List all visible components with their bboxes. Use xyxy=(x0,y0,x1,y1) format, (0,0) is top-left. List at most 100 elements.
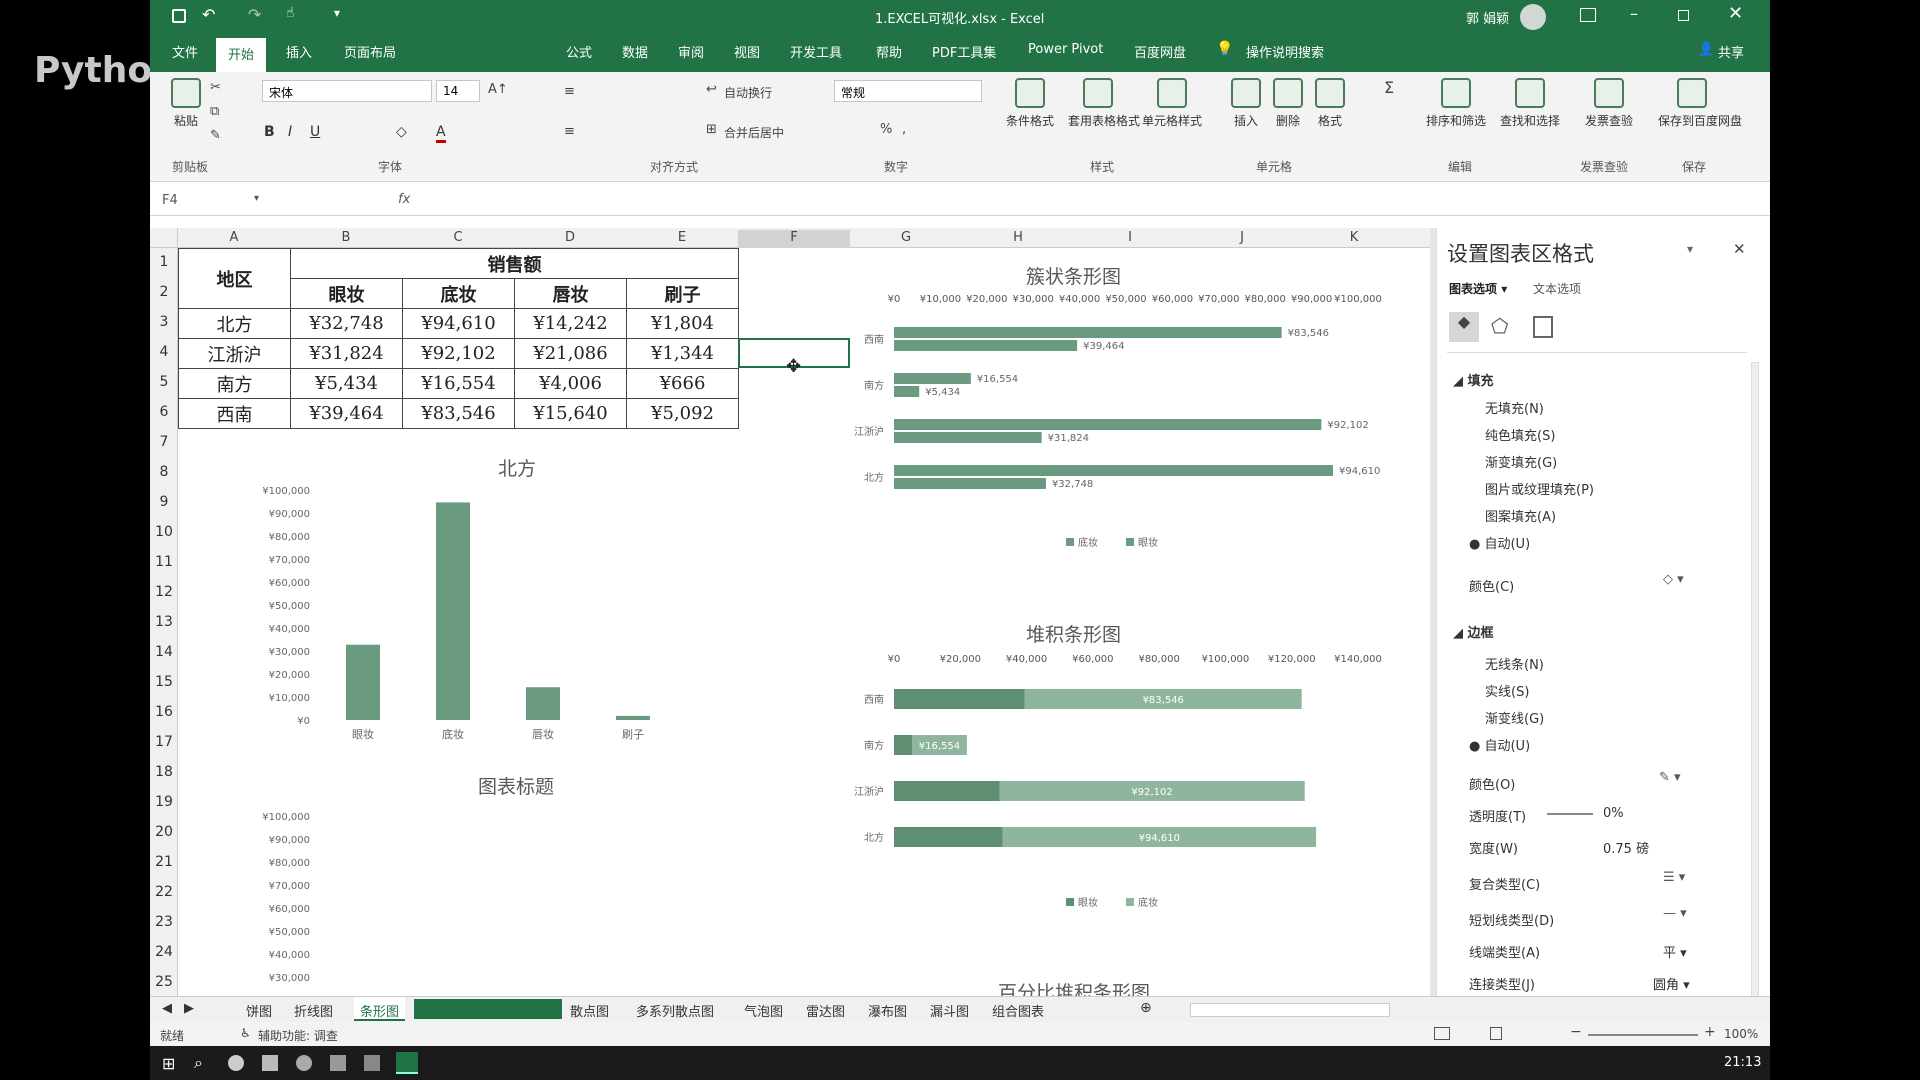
page-layout-view-icon[interactable] xyxy=(1490,1027,1502,1040)
row-header[interactable]: 16 xyxy=(150,704,178,720)
wrap-text-button[interactable]: 自动换行 xyxy=(724,84,772,101)
sheet-tab[interactable]: 雷达图 xyxy=(806,1001,845,1020)
column-header[interactable]: A xyxy=(178,230,290,245)
row-header[interactable]: 17 xyxy=(150,734,178,750)
tab-view[interactable]: 视图 xyxy=(734,42,760,61)
merge-icon[interactable]: ⊞ xyxy=(706,122,717,137)
join-type-select[interactable]: 圆角 ▾ xyxy=(1653,974,1690,993)
invoice-check-button[interactable]: 发票查验 xyxy=(1584,78,1634,129)
column-header[interactable]: H xyxy=(962,230,1074,245)
row-header[interactable]: 21 xyxy=(150,854,178,870)
fill-option-pattern[interactable]: 图案填充(A) xyxy=(1485,506,1556,525)
zoom-level[interactable]: 100% xyxy=(1724,1027,1758,1041)
normal-view-icon[interactable] xyxy=(1434,1027,1450,1040)
redo-icon[interactable]: ↷ xyxy=(248,5,261,24)
fx-icon[interactable]: fx xyxy=(398,192,410,207)
windows-start-icon[interactable]: ⊞ xyxy=(162,1054,175,1073)
prev-sheet-icon[interactable]: ◀ xyxy=(162,1001,172,1016)
column-header[interactable]: K xyxy=(1298,230,1410,245)
row-header[interactable]: 22 xyxy=(150,884,178,900)
border-color-picker[interactable]: ✎ ▾ xyxy=(1659,770,1681,785)
row-header[interactable]: 2 xyxy=(150,284,178,300)
font-name-box[interactable]: 宋体 xyxy=(262,80,432,102)
border-option-none[interactable]: 无线条(N) xyxy=(1485,654,1544,673)
sheet-tab[interactable]: 气泡图 xyxy=(744,1001,783,1020)
fill-line-icon[interactable]: ◆ xyxy=(1449,312,1479,342)
name-box-dropdown-icon[interactable]: ▾ xyxy=(254,193,259,204)
tab-data[interactable]: 数据 xyxy=(622,42,648,61)
table-format-button[interactable]: 套用表格格式 xyxy=(1068,78,1140,129)
row-header[interactable]: 11 xyxy=(150,554,178,570)
name-box[interactable]: F4 xyxy=(162,193,178,208)
fill-color-icon[interactable]: ◇ xyxy=(396,124,407,140)
zoom-in-icon[interactable]: + xyxy=(1704,1024,1716,1040)
width-input[interactable]: 0.75 磅 xyxy=(1603,838,1649,857)
sheet-tab[interactable] xyxy=(414,999,562,1019)
formula-input[interactable] xyxy=(426,190,1726,212)
row-header[interactable]: 8 xyxy=(150,464,178,480)
taskbar-app-icon[interactable] xyxy=(364,1055,380,1071)
sheet-tab[interactable]: 组合图表 xyxy=(992,1001,1044,1020)
row-header[interactable]: 5 xyxy=(150,374,178,390)
zoom-slider[interactable] xyxy=(1588,1034,1698,1036)
taskbar-app-icon[interactable] xyxy=(330,1055,346,1071)
comma-icon[interactable]: , xyxy=(902,122,906,137)
row-header[interactable]: 10 xyxy=(150,524,178,540)
ribbon-display-icon[interactable] xyxy=(1580,8,1596,22)
share-button[interactable]: 共享 xyxy=(1718,42,1744,61)
tab-review[interactable]: 审阅 xyxy=(678,42,704,61)
close-icon[interactable]: ✕ xyxy=(1728,3,1743,24)
tab-help[interactable]: 帮助 xyxy=(876,42,902,61)
cell-style-button[interactable]: 单元格样式 xyxy=(1132,78,1212,129)
border-option-auto[interactable]: ● 自动(U) xyxy=(1469,735,1530,754)
row-header[interactable]: 19 xyxy=(150,794,178,810)
row-header[interactable]: 4 xyxy=(150,344,178,360)
column-header[interactable]: J xyxy=(1186,230,1298,245)
fill-section-header[interactable]: ◢ 填充 xyxy=(1453,370,1494,389)
row-header[interactable]: 15 xyxy=(150,674,178,690)
grow-font-icon[interactable]: A↑ xyxy=(488,82,508,97)
taskbar-app-icon[interactable] xyxy=(262,1055,278,1071)
underline-icon[interactable]: U xyxy=(310,124,320,140)
column-header[interactable]: I xyxy=(1074,230,1186,245)
cut-icon[interactable]: ✂ xyxy=(210,80,221,95)
select-all-corner[interactable] xyxy=(150,228,178,248)
transparency-input[interactable]: 0% xyxy=(1603,806,1624,821)
sort-filter-button[interactable]: 排序和筛选 xyxy=(1420,78,1492,129)
merge-center-button[interactable]: 合并后居中 xyxy=(724,124,784,141)
text-options-tab[interactable]: 文本选项 xyxy=(1533,280,1581,297)
align-top-icon[interactable]: ≡ xyxy=(564,84,575,99)
sheet-tab[interactable]: 漏斗图 xyxy=(930,1001,969,1020)
tab-home[interactable]: 开始 xyxy=(216,38,267,72)
tab-baidu[interactable]: 百度网盘 xyxy=(1134,42,1186,61)
column-header[interactable]: G xyxy=(850,230,962,245)
zoom-out-icon[interactable]: − xyxy=(1570,1024,1582,1040)
sheet-tab[interactable]: 折线图 xyxy=(294,1001,333,1020)
taskbar-search-icon[interactable]: ⌕ xyxy=(194,1053,203,1073)
pane-options-dropdown-icon[interactable]: ▾ xyxy=(1687,242,1693,256)
conditional-format-button[interactable]: 条件格式 xyxy=(996,78,1064,129)
column-header[interactable]: E xyxy=(626,230,738,245)
quick-access-dropdown-icon[interactable]: ▾ xyxy=(334,6,340,20)
sheet-tab[interactable]: 散点图 xyxy=(570,1001,609,1020)
taskbar-app-icon[interactable] xyxy=(296,1055,312,1071)
insert-cells-button[interactable]: 插入 xyxy=(1226,78,1266,129)
sheet-tab[interactable]: 饼图 xyxy=(246,1001,272,1020)
wrap-text-icon[interactable]: ↩ xyxy=(706,82,717,97)
horizontal-scrollbar[interactable] xyxy=(1190,1003,1390,1017)
tab-file[interactable]: 文件 xyxy=(172,42,198,61)
sheet-tab-active[interactable]: 条形图 xyxy=(354,997,406,1021)
column-header[interactable]: C xyxy=(402,230,514,245)
tab-developer[interactable]: 开发工具 xyxy=(790,42,842,61)
save-baidu-button[interactable]: 保存到百度网盘 xyxy=(1658,78,1742,129)
tab-insert[interactable]: 插入 xyxy=(286,42,312,61)
column-header[interactable]: B xyxy=(290,230,402,245)
row-header[interactable]: 3 xyxy=(150,314,178,330)
font-size-box[interactable]: 14 xyxy=(436,80,480,102)
row-header[interactable]: 1 xyxy=(150,254,178,270)
accessibility-status[interactable]: 辅助功能: 调查 xyxy=(258,1027,338,1044)
size-properties-icon[interactable] xyxy=(1533,316,1553,338)
find-select-button[interactable]: 查找和选择 xyxy=(1494,78,1566,129)
row-header[interactable]: 7 xyxy=(150,434,178,450)
chart-options-tab[interactable]: 图表选项 ▾ xyxy=(1449,280,1507,297)
